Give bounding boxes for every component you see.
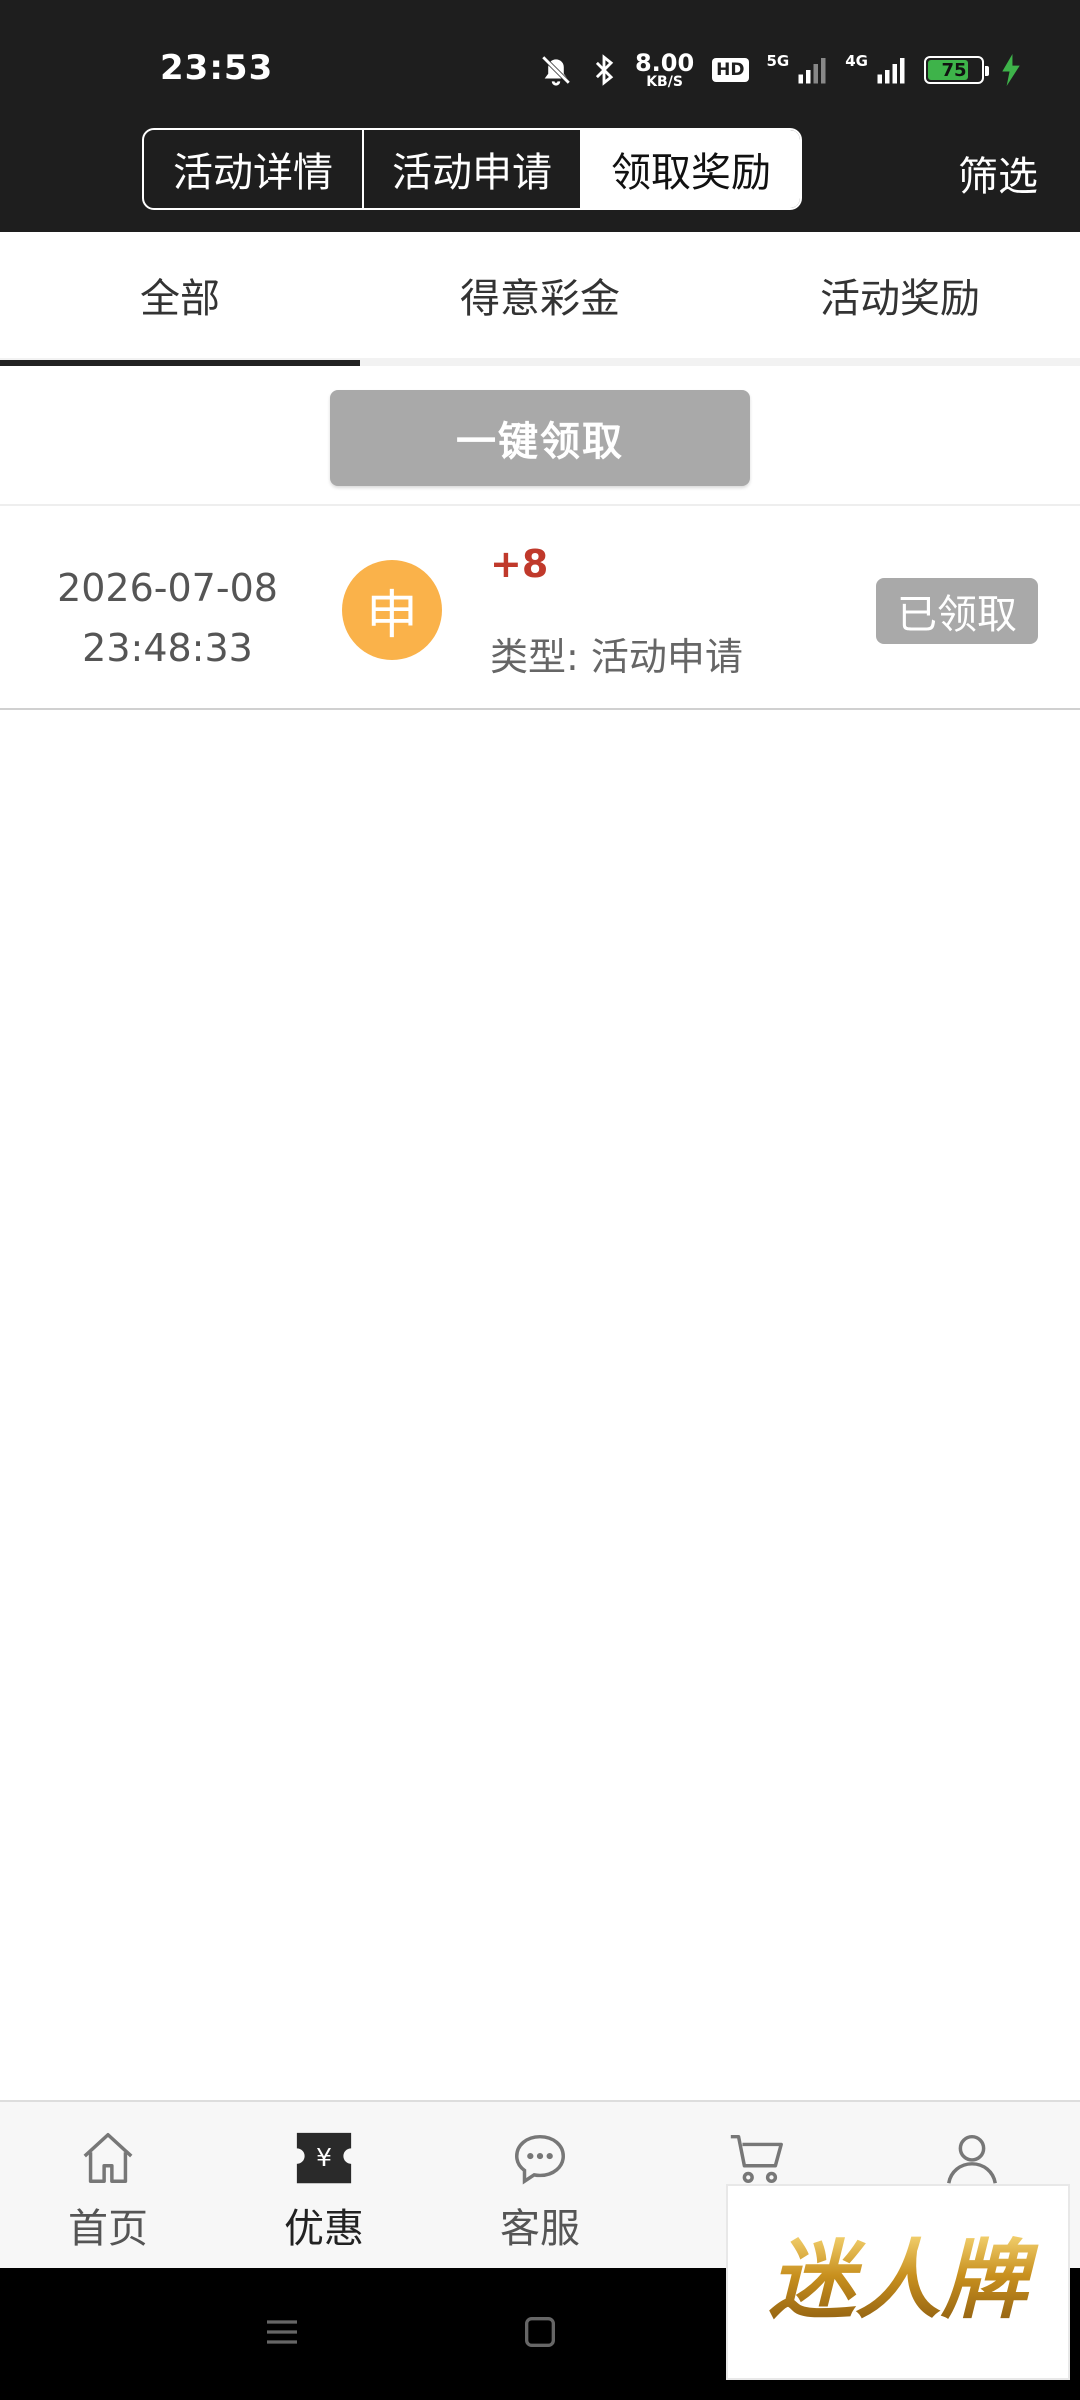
watermark-logo-graphic: 迷人牌 xyxy=(769,2230,1039,2331)
nav-offers-label: 优惠 xyxy=(284,2206,364,2252)
record-date: 2026-07-08 xyxy=(57,566,278,610)
menu-icon[interactable] xyxy=(262,2312,302,2356)
record-time: 23:48:33 xyxy=(82,626,253,670)
battery-icon: 75 xyxy=(924,56,989,84)
list-item: 2026-07-08 23:48:33 申 +8 类型: 活动申请 已领取 xyxy=(0,504,1080,710)
home-icon xyxy=(76,2126,140,2190)
record-datetime: 2026-07-08 23:48:33 xyxy=(40,558,295,678)
cart-icon xyxy=(724,2126,788,2190)
tab-all[interactable]: 全部 xyxy=(0,232,360,366)
status-icons: 8.00 KB/S HD 5G 4G 75 xyxy=(539,44,1020,96)
nav-support-label: 客服 xyxy=(500,2206,580,2252)
nav-support[interactable]: 客服 xyxy=(432,2102,648,2268)
status-time: 23:53 xyxy=(160,48,274,88)
net-speed-value: 8.00 xyxy=(634,49,695,77)
record-type: 类型: 活动申请 xyxy=(490,626,743,681)
tab-activity-rewards[interactable]: 活动奖励 xyxy=(720,232,1080,358)
net-speed-unit: KB/S xyxy=(646,74,683,90)
mute-bell-icon xyxy=(539,53,573,87)
signal-icon xyxy=(797,55,827,85)
hd-badge: HD xyxy=(712,58,749,82)
category-tabs: 全部 得意彩金 活动奖励 xyxy=(0,232,1080,366)
user-icon xyxy=(940,2126,1004,2190)
claimed-status-badge: 已领取 xyxy=(876,578,1038,644)
nav-home-label: 首页 xyxy=(68,2206,148,2252)
top-bar: 23:53 8.00 KB/S HD 5G 4G 75 活动详情 活动申请 领取… xyxy=(0,0,1080,232)
svg-text:迷人牌: 迷人牌 xyxy=(769,2230,1039,2331)
net-speed: 8.00 KB/S xyxy=(635,51,694,89)
segment-claim-rewards[interactable]: 领取奖励 xyxy=(580,130,800,208)
record-type-value: 活动申请 xyxy=(590,635,743,679)
header-segmented-control: 活动详情 活动申请 领取奖励 xyxy=(142,128,802,210)
segment-activity-details[interactable]: 活动详情 xyxy=(144,130,362,208)
svg-text:¥: ¥ xyxy=(316,2143,332,2172)
coupon-icon: ¥ xyxy=(292,2126,356,2190)
bluetooth-icon xyxy=(591,53,617,87)
battery-level: 75 xyxy=(941,59,967,81)
charging-icon xyxy=(1002,54,1020,86)
tab-bonus[interactable]: 得意彩金 xyxy=(360,232,720,358)
record-amount: +8 xyxy=(490,542,549,586)
record-type-label: 类型: xyxy=(490,635,579,679)
nav-home[interactable]: 首页 xyxy=(0,2102,216,2268)
chat-icon xyxy=(508,2126,572,2190)
claim-all-button[interactable]: 一键领取 xyxy=(330,390,750,486)
record-type-avatar: 申 xyxy=(342,560,442,660)
signal1-label: 5G xyxy=(766,52,790,70)
segment-activity-apply[interactable]: 活动申请 xyxy=(362,130,580,208)
nav-offers[interactable]: ¥ 优惠 xyxy=(216,2102,432,2268)
home-square-icon[interactable] xyxy=(520,2312,560,2356)
watermark-logo: 迷人牌 xyxy=(726,2184,1070,2380)
signal2-label: 4G xyxy=(845,52,868,70)
signal-icon xyxy=(876,55,906,85)
filter-button[interactable]: 筛选 xyxy=(958,144,1038,202)
